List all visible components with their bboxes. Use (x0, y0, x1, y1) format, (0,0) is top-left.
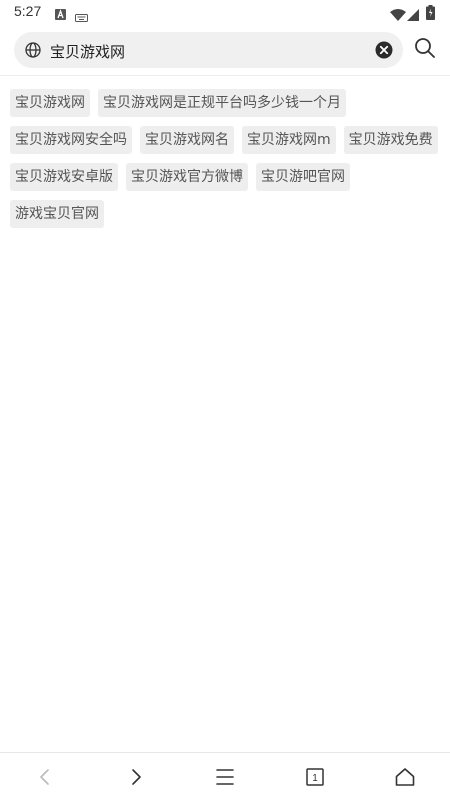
suggestion-chip[interactable]: 宝贝游戏安卓版 (10, 163, 118, 191)
suggestion-chip[interactable]: 宝贝游戏网安全吗 (10, 126, 132, 154)
keyboard-icon (75, 7, 88, 26)
suggestion-list: 宝贝游戏网 宝贝游戏网是正规平台吗多少钱一个月 宝贝游戏网安全吗 宝贝游戏网名 … (10, 89, 440, 228)
status-time: 5:27 (14, 3, 42, 19)
search-text[interactable]: 宝贝游戏网 (50, 41, 125, 62)
suggestion-chip[interactable]: 宝贝游戏网 (10, 89, 90, 117)
divider (0, 75, 450, 76)
bottom-nav: 1 (0, 752, 450, 800)
status-bar: 5:27 (0, 0, 450, 24)
suggestion-chip[interactable]: 宝贝游吧官网 (256, 163, 350, 191)
search-input[interactable]: 宝贝游戏网 (14, 32, 403, 68)
battery-icon (426, 5, 435, 24)
suggestion-chip[interactable]: 宝贝游戏官方微博 (126, 163, 248, 191)
search-icon[interactable] (413, 36, 437, 60)
suggestion-chip[interactable]: 宝贝游戏网名 (140, 126, 234, 154)
suggestion-chip[interactable]: 宝贝游戏免费 (343, 126, 438, 154)
tabs-icon[interactable]: 1 (303, 765, 327, 789)
suggestion-chip[interactable]: 宝贝游戏网m (242, 126, 336, 154)
suggestion-chip[interactable]: 宝贝游戏网是正规平台吗多少钱一个月 (98, 89, 346, 117)
tab-count: 1 (312, 773, 318, 784)
a-notification-icon (55, 5, 66, 24)
forward-icon[interactable] (124, 765, 148, 789)
clear-icon[interactable] (375, 41, 393, 59)
back-icon[interactable] (33, 765, 57, 789)
search-bar: 宝贝游戏网 (0, 28, 450, 72)
globe-icon (25, 42, 41, 58)
home-icon[interactable] (393, 765, 417, 789)
menu-icon[interactable] (213, 765, 237, 789)
suggestion-chip[interactable]: 游戏宝贝官网 (10, 200, 104, 228)
signal-icon (407, 6, 419, 25)
wifi-icon (390, 6, 406, 25)
